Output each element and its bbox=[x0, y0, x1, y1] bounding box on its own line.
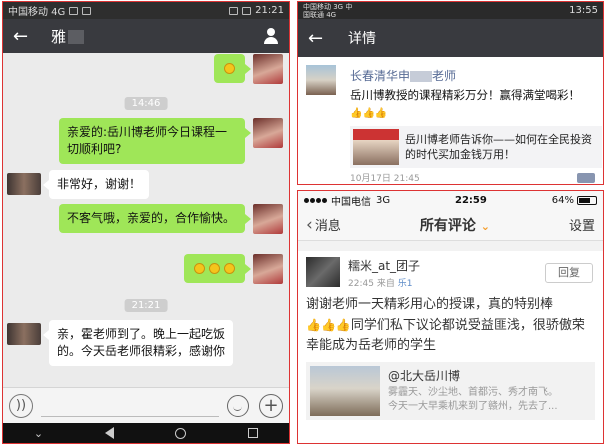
status-bar: 中国移动 4G 21:21 bbox=[3, 2, 289, 19]
message-row bbox=[214, 54, 283, 84]
contact-name: 雅 bbox=[51, 26, 85, 47]
android-nav-bar: ⌄ bbox=[3, 423, 289, 443]
status-bar: 中国移动 3G 中国联通 4G 13:55 bbox=[298, 2, 603, 19]
chat-screen: 中国移动 4G 21:21 ← 雅 14:46 亲爱的:岳川博老师今日课程一切顺… bbox=[2, 1, 290, 444]
voice-icon[interactable]: )) bbox=[9, 393, 33, 418]
message-input[interactable] bbox=[41, 395, 219, 417]
link-title: 岳川博老师告诉你——如何在全民投资的时代买加金钱万用！ bbox=[405, 133, 592, 161]
redacted-name bbox=[68, 30, 85, 44]
referenced-post[interactable]: @北大岳川博 雾霾天、沙尘地、首都污、秀才南飞。 今天一大早乘机来到了赣州，先去… bbox=[306, 362, 595, 420]
sim-icon bbox=[69, 6, 79, 15]
battery-icon bbox=[242, 6, 252, 15]
redacted-name bbox=[410, 71, 433, 82]
message-bubble[interactable]: 不客气哦，亲爱的，合作愉快。 bbox=[59, 204, 251, 233]
signal-dots-icon bbox=[304, 195, 328, 206]
contact-info-icon[interactable] bbox=[263, 28, 279, 44]
contact-avatar[interactable] bbox=[7, 173, 41, 195]
referenced-line: 今天一大早乘机来到了赣州，先去了... bbox=[388, 400, 558, 412]
back-arrow-icon[interactable]: ← bbox=[308, 28, 328, 49]
comments-header: ‹ 消息 所有评论 ⌄ 设置 bbox=[298, 209, 603, 241]
image-icon bbox=[82, 6, 92, 15]
network-label: 3G bbox=[376, 194, 391, 206]
thumbs-up-icon: 👍👍👍 bbox=[306, 318, 351, 332]
emoji-bubble[interactable] bbox=[184, 254, 251, 283]
my-avatar[interactable] bbox=[253, 254, 283, 284]
author-name[interactable]: 长春清华申 老师 bbox=[350, 67, 595, 84]
message-row: 亲爱的:岳川博老师今日课程一切顺利吧? bbox=[59, 118, 283, 164]
message-row: 不客气哦，亲爱的，合作愉快。 bbox=[59, 204, 283, 234]
commenter-name[interactable]: 糯米_at_团子 bbox=[348, 257, 420, 274]
moment-detail-screen: 中国移动 3G 中国联通 4G 13:55 ← 详情 长春清华申 老师 岳川博教授… bbox=[297, 1, 604, 185]
message-bubble[interactable]: 亲爱的:岳川博老师今日课程一切顺利吧? bbox=[59, 118, 251, 164]
emoji-picker-icon[interactable] bbox=[227, 394, 249, 417]
carrier-label: 中国移动 3G 中国联通 4G bbox=[303, 2, 353, 19]
chevron-down-icon[interactable]: ⌄ bbox=[34, 427, 43, 440]
message-bubble[interactable]: 亲，霍老师到了。晚上一起吃饭的。今天岳老师很精彩，感谢你 bbox=[43, 320, 233, 366]
emoji-icon bbox=[224, 263, 235, 274]
moment-post: 长春清华申 老师 岳川博教授的课程精彩万分！赢得满堂喝彩！ 👍👍👍 岳川博老师告诉… bbox=[298, 57, 603, 184]
comments-screen: 中国电信 3G 22:59 64% ‹ 消息 所有评论 ⌄ 设置 糯米_at_团… bbox=[297, 190, 604, 444]
referenced-line: 雾霾天、沙尘地、首都污、秀才南飞。 bbox=[388, 386, 558, 398]
message-row bbox=[184, 254, 283, 284]
clock: 13:55 bbox=[569, 5, 598, 16]
battery-icon bbox=[577, 195, 597, 205]
post-text: 岳川博教授的课程精彩万分！赢得满堂喝彩！ 👍👍👍 bbox=[350, 87, 595, 122]
status-bar: 中国电信 3G 22:59 64% bbox=[298, 191, 603, 209]
emoji-icon bbox=[224, 63, 235, 74]
battery-percent: 64% bbox=[551, 194, 574, 206]
post-meta: 10月17日 21:45 bbox=[350, 171, 595, 184]
nav-back-icon[interactable] bbox=[104, 427, 114, 439]
plus-icon[interactable]: + bbox=[259, 393, 283, 418]
chevron-down-icon: ⌄ bbox=[480, 219, 490, 233]
chat-input-bar: )) + bbox=[3, 387, 289, 423]
clock: 21:21 bbox=[255, 5, 284, 16]
screenshot-collage: 中国移动 4G 21:21 ← 雅 14:46 亲爱的:岳川博老师今日课程一切顺… bbox=[0, 0, 606, 446]
comment-meta: 22:45 来自 乐1 bbox=[348, 279, 413, 289]
comment-text: 谢谢老师一天精彩用心的授课，真的特别棒👍👍👍同学们私下议论都说受益匪浅，很骄傲荣… bbox=[306, 297, 585, 353]
alarm-icon bbox=[229, 6, 239, 15]
back-arrow-icon[interactable]: ← bbox=[13, 26, 33, 47]
message-bubble[interactable]: 非常好，谢谢！ bbox=[42, 170, 150, 199]
referenced-author: @北大岳川博 bbox=[388, 368, 461, 383]
chevron-left-icon: ‹ bbox=[306, 214, 313, 235]
my-avatar[interactable] bbox=[253, 204, 283, 234]
post-date: 10月17日 21:45 bbox=[350, 174, 420, 184]
emoji-icon bbox=[209, 263, 220, 274]
my-avatar[interactable] bbox=[253, 54, 283, 84]
comment-item: 糯米_at_团子 22:45 来自 乐1 回复 谢谢老师一天精彩用心的授课，真的… bbox=[298, 251, 603, 426]
nav-home-icon[interactable] bbox=[175, 427, 187, 439]
nav-recents-icon[interactable] bbox=[248, 428, 259, 438]
comments-filter[interactable]: 所有评论 ⌄ bbox=[341, 215, 569, 235]
comment-more-icon[interactable] bbox=[577, 172, 595, 183]
referenced-post-image bbox=[310, 366, 380, 416]
settings-button[interactable]: 设置 bbox=[569, 215, 595, 234]
chat-header: ← 雅 bbox=[3, 19, 289, 53]
shared-link-card[interactable]: 岳川博老师告诉你——如何在全民投资的时代买加金钱万用！ bbox=[350, 126, 602, 168]
carrier-label: 中国电信 bbox=[331, 196, 371, 208]
reply-button[interactable]: 回复 bbox=[545, 263, 593, 283]
message-list: 14:46 亲爱的:岳川博老师今日课程一切顺利吧? 非常好，谢谢！ 不客气哦，亲… bbox=[3, 54, 289, 387]
timestamp: 14:46 bbox=[124, 97, 168, 110]
thumbs-up-icon: 👍👍👍 bbox=[350, 108, 388, 119]
author-avatar[interactable] bbox=[306, 65, 336, 95]
page-title: 详情 bbox=[348, 31, 376, 47]
timestamp: 21:21 bbox=[124, 299, 168, 312]
message-row: 亲，霍老师到了。晚上一起吃饭的。今天岳老师很精彩，感谢你 bbox=[7, 320, 233, 366]
link-thumbnail bbox=[353, 129, 399, 165]
detail-header: ← 详情 bbox=[298, 19, 603, 57]
back-button[interactable]: ‹ 消息 bbox=[306, 215, 341, 235]
contact-avatar[interactable] bbox=[7, 323, 41, 345]
message-row: 非常好，谢谢！ bbox=[7, 170, 150, 199]
clock: 22:59 bbox=[455, 194, 487, 206]
emoji-bubble[interactable] bbox=[214, 54, 251, 83]
emoji-icon bbox=[194, 263, 205, 274]
my-avatar[interactable] bbox=[253, 118, 283, 148]
commenter-avatar[interactable] bbox=[306, 257, 340, 287]
carrier-label: 中国移动 4G bbox=[8, 7, 66, 18]
